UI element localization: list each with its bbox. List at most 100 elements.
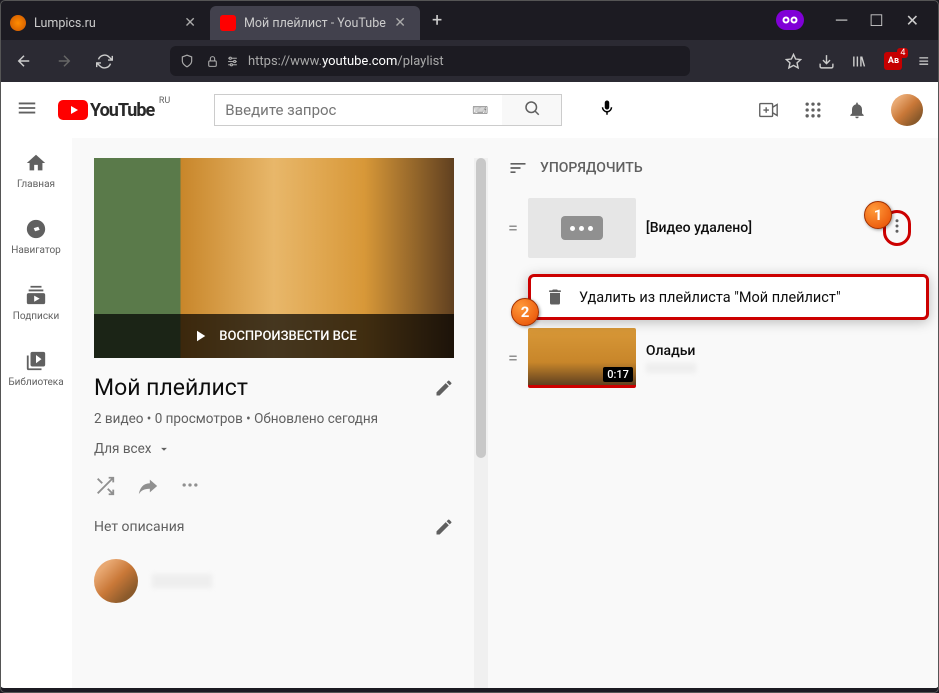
video-duration: 0:17 [603,367,633,382]
popup-label[interactable]: Удалить из плейлиста "Мой плейлист" [579,289,841,306]
video-title: [Видео удалено] [646,220,873,236]
logo-text: YouTube [90,100,154,121]
sort-icon [508,158,528,178]
no-description-label: Нет описания [94,519,434,535]
edit-title-icon[interactable] [434,378,454,398]
new-tab-button[interactable]: + [420,10,454,31]
video-thumbnail-deleted [528,198,636,258]
playlist-owner[interactable] [94,559,454,603]
minimize-button[interactable]: ─ [836,10,847,30]
logo-country: RU [159,96,170,106]
share-icon[interactable] [136,475,160,497]
bell-icon[interactable] [847,100,867,120]
sidebar-item-subscriptions[interactable]: Подписки [0,270,72,336]
mic-icon[interactable] [598,99,616,121]
hamburger-icon[interactable] [16,97,38,123]
playlist-actions [94,475,454,497]
main-content: ВОСПРОИЗВЕСТИ ВСЕ Мой плейлист 2 видео •… [72,138,939,688]
reload-button[interactable] [90,47,118,75]
youtube-body: Главная Навигатор Подписки Библиотека [0,138,939,688]
video-title: Оладьи [646,343,911,359]
sidebar-item-explore[interactable]: Навигатор [0,204,72,270]
sidebar-item-home[interactable]: Главная [0,138,72,204]
avatar[interactable] [891,94,923,126]
video-channel [646,363,696,373]
header-right [757,94,923,126]
callout-2: 2 [511,298,539,326]
url-domain: youtube.com [322,54,397,69]
tab-title: Lumpics.ru [34,16,96,31]
create-icon[interactable] [757,99,779,121]
window-controls: ─ ☐ ✕ [776,10,939,30]
download-icon[interactable] [818,53,835,70]
video-thumbnail: 0:17 [528,328,636,388]
favicon-lumpics [10,15,26,31]
owner-name [152,574,212,588]
maximize-button[interactable]: ☐ [869,11,883,30]
browser-tab-inactive[interactable]: Lumpics.ru ✕ [0,6,210,40]
favicon-youtube [220,15,236,31]
sidebar-label: Подписки [13,311,59,322]
playlist-thumbnail[interactable]: ВОСПРОИЗВЕСТИ ВСЕ [94,158,454,358]
video-list-column: УПОРЯДОЧИТЬ = [Видео удалено] [508,158,939,688]
browser-toolbar: https://www.youtube.com/playlist Ав 4 ≡ [0,40,939,82]
scrollbar-thumb[interactable] [476,158,486,458]
close-icon[interactable]: ✕ [390,15,410,31]
shield-icon [180,54,194,68]
youtube-play-icon [58,100,88,120]
youtube-logo[interactable]: YouTube RU [58,100,154,121]
search-input[interactable] [214,94,504,126]
extension-badge: 4 [897,48,908,58]
bookmark-icon[interactable] [785,53,802,70]
trash-icon [545,287,565,307]
video-row-deleted[interactable]: = [Видео удалено] [508,192,911,264]
incognito-icon [776,10,804,30]
close-icon[interactable]: ✕ [180,15,200,31]
youtube-header: YouTube RU ⌨ [0,82,939,138]
playlist-meta: 2 видео • 0 просмотров • Обновлено сегод… [94,411,454,427]
play-all-label: ВОСПРОИЗВЕСТИ ВСЕ [219,329,356,344]
shuffle-icon[interactable] [94,475,116,497]
search-button[interactable] [502,94,562,126]
drag-handle-icon[interactable]: = [508,348,518,369]
back-button[interactable] [10,47,38,75]
sidebar: Главная Навигатор Подписки Библиотека [0,138,72,688]
play-all-button[interactable]: ВОСПРОИЗВЕСТИ ВСЕ [94,314,454,358]
context-menu-popup: Удалить из плейлиста "Мой плейлист" [528,274,929,320]
tab-title: Мой плейлист - YouTube [244,16,386,31]
sidebar-item-library[interactable]: Библиотека [0,336,72,402]
address-bar[interactable]: https://www.youtube.com/playlist [170,46,690,76]
keyboard-icon[interactable]: ⌨ [472,94,502,126]
youtube-page: YouTube RU ⌨ Главная [0,82,939,688]
chevron-down-icon [157,442,171,456]
scrollbar[interactable] [474,158,488,688]
sidebar-label: Главная [17,179,55,190]
sort-button[interactable]: УПОРЯДОЧИТЬ [508,158,911,178]
extension-icon[interactable]: Ав 4 [884,52,902,70]
browser-titlebar: Lumpics.ru ✕ Мой плейлист - YouTube ✕ + … [0,0,939,40]
playlist-title: Мой плейлист [94,374,434,401]
video-row[interactable]: = 0:17 Оладьи [508,322,911,394]
playlist-visibility[interactable]: Для всех [94,441,454,457]
drag-handle-icon[interactable]: = [508,218,518,239]
apps-icon[interactable] [803,100,823,120]
url-path: /playlist [397,54,443,69]
sidebar-label: Библиотека [8,377,63,388]
playlist-info-column: ВОСПРОИЗВЕСТИ ВСЕ Мой плейлист 2 видео •… [94,158,454,688]
sidebar-label: Навигатор [11,245,61,256]
close-button[interactable]: ✕ [906,11,919,30]
browser-tab-active[interactable]: Мой плейлист - YouTube ✕ [210,6,420,40]
owner-avatar [94,559,138,603]
sort-label: УПОРЯДОЧИТЬ [540,160,643,176]
lock-icon [206,55,219,68]
menu-icon[interactable]: ≡ [918,51,929,72]
edit-description-icon[interactable] [434,517,454,537]
more-icon[interactable] [180,475,200,495]
library-icon[interactable] [851,53,868,70]
forward-button[interactable] [50,47,78,75]
toolbar-right: Ав 4 ≡ [785,51,929,72]
search-box: ⌨ [214,94,562,126]
callout-1: 1 [864,201,892,229]
url-prefix: https://www. [248,54,322,69]
settings-icon [225,55,240,68]
